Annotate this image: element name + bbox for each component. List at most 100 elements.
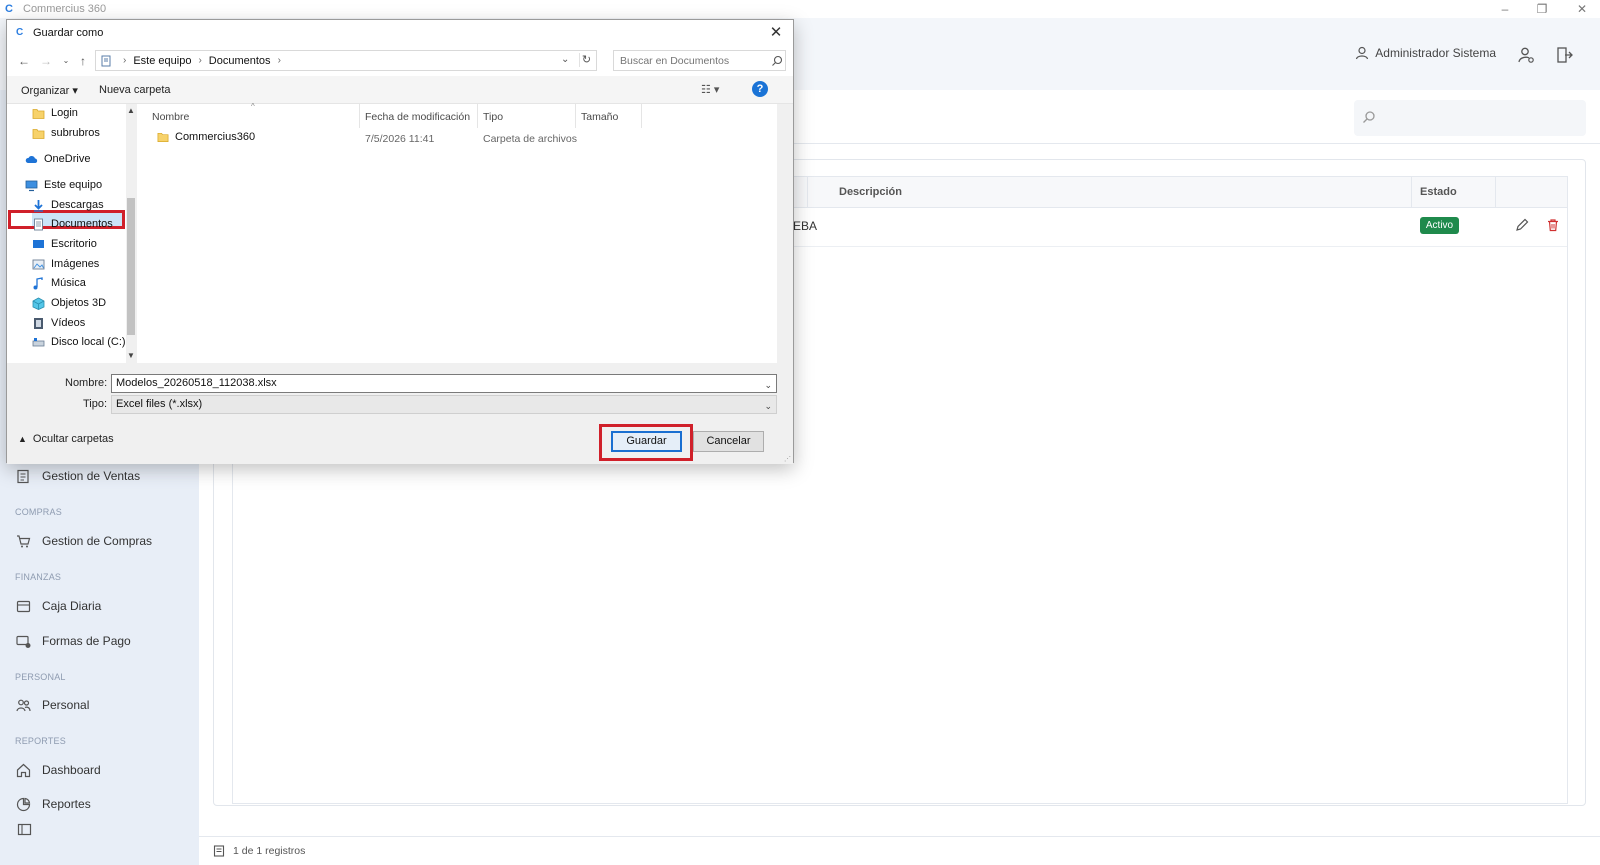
records-icon bbox=[213, 845, 225, 857]
chevron-up-icon: ▲ bbox=[18, 434, 27, 444]
chevron-down-icon[interactable]: ⌄ bbox=[764, 377, 772, 394]
sidebar-collapse-button[interactable] bbox=[17, 819, 32, 839]
table-cell-descripcion: EBA bbox=[793, 219, 818, 233]
up-arrow-icon[interactable]: ↑ bbox=[76, 54, 90, 68]
file-name-field[interactable]: Modelos_20260518_112038.xlsx ⌄ bbox=[111, 374, 777, 393]
new-folder-button[interactable]: Nueva carpeta bbox=[99, 84, 171, 96]
navigation-scrollbar[interactable]: ▲ ▼ bbox=[126, 104, 136, 363]
status-badge: Activo bbox=[1420, 217, 1459, 234]
nav-item-videos[interactable]: Vídeos bbox=[32, 314, 85, 332]
column-header-nombre[interactable]: Nombre bbox=[152, 111, 189, 123]
home-icon bbox=[16, 763, 31, 777]
search-icon bbox=[1363, 111, 1375, 123]
sidebar-section-compras: COMPRAS bbox=[15, 507, 62, 517]
nav-item-descargas[interactable]: Descargas bbox=[32, 196, 104, 214]
reports-icon bbox=[16, 797, 31, 811]
sidebar-item-label: Caja Diaria bbox=[42, 599, 102, 613]
file-row-commercius360[interactable]: Commercius360 bbox=[157, 131, 255, 143]
sidebar-item-personal[interactable]: Personal bbox=[16, 695, 89, 715]
column-header-tamano[interactable]: Tamaño bbox=[581, 111, 618, 123]
address-dropdown-icon[interactable]: ⌄ bbox=[561, 54, 573, 66]
resize-grip-icon[interactable]: ⋰ bbox=[784, 455, 792, 463]
sidebar-item-label: Gestion de Compras bbox=[42, 534, 153, 548]
file-name: Commercius360 bbox=[175, 131, 256, 143]
organize-menu-button[interactable]: Organizar ▾ bbox=[21, 84, 78, 97]
sidebar-item-caja-diaria[interactable]: Caja Diaria bbox=[16, 596, 101, 616]
scrollbar-thumb[interactable] bbox=[127, 198, 135, 335]
chevron-down-icon[interactable]: ⌄ bbox=[764, 398, 772, 415]
dialog-app-icon: C bbox=[16, 27, 24, 38]
nav-item-musica[interactable]: Música bbox=[32, 274, 86, 292]
sidebar-item-formas-pago[interactable]: Formas de Pago bbox=[16, 631, 131, 651]
document-list-icon bbox=[17, 469, 29, 483]
table-search-input[interactable] bbox=[1354, 100, 1586, 136]
column-header-estado[interactable]: Estado bbox=[1420, 186, 1457, 198]
refresh-icon[interactable]: ↻ bbox=[579, 53, 593, 67]
recent-locations-icon[interactable]: ⌄ bbox=[59, 54, 73, 68]
folder-icon bbox=[157, 132, 169, 142]
view-options-icon[interactable]: ☷ ▾ bbox=[701, 83, 735, 97]
command-bar: Organizar ▾ Nueva carpeta ☷ ▾ ? bbox=[7, 76, 793, 104]
cancel-button[interactable]: Cancelar bbox=[693, 431, 764, 452]
drive-icon bbox=[32, 337, 45, 346]
nav-item-imagenes[interactable]: Imágenes bbox=[32, 255, 99, 273]
desktop-icon bbox=[33, 239, 44, 248]
table-footer: 1 de 1 registros bbox=[199, 836, 1600, 865]
breadcrumb-este-equipo[interactable]: Este equipo bbox=[133, 55, 191, 67]
column-header-tipo[interactable]: Tipo bbox=[483, 111, 503, 123]
close-window-icon[interactable]: ✕ bbox=[1575, 2, 1589, 16]
search-icon bbox=[772, 55, 783, 66]
column-header-fecha[interactable]: Fecha de modificación bbox=[365, 111, 470, 123]
scroll-down-icon[interactable]: ▼ bbox=[126, 351, 136, 361]
file-type: Carpeta de archivos bbox=[483, 133, 577, 145]
dialog-titlebar: C Guardar como ✕ bbox=[7, 20, 793, 46]
user-settings-icon[interactable] bbox=[1517, 46, 1537, 66]
nav-item-objetos-3d[interactable]: Objetos 3D bbox=[32, 294, 106, 312]
minimize-icon[interactable]: – bbox=[1498, 2, 1512, 16]
save-button[interactable]: Guardar bbox=[611, 431, 682, 452]
help-icon[interactable]: ? bbox=[752, 81, 768, 97]
payment-icon bbox=[16, 635, 31, 648]
sidebar-item-dashboard[interactable]: Dashboard bbox=[16, 760, 101, 780]
sidebar-item-gestion-ventas[interactable]: Gestion de Ventas bbox=[16, 466, 140, 486]
dialog-search-input[interactable] bbox=[613, 50, 786, 71]
column-header-descripcion[interactable]: Descripción bbox=[839, 186, 902, 198]
dialog-title: Guardar como bbox=[33, 27, 104, 39]
file-type-select[interactable]: Excel files (*.xlsx) ⌄ bbox=[111, 395, 777, 414]
sidebar-section-reportes: REPORTES bbox=[15, 736, 66, 746]
hide-folders-button[interactable]: ▲ Ocultar carpetas bbox=[18, 433, 114, 445]
navigation-pane: Login subrubros OneDrive Este equipo Des… bbox=[7, 104, 136, 363]
nav-item-disco-local[interactable]: Disco local (C:) bbox=[32, 333, 126, 351]
nav-item-este-equipo[interactable]: Este equipo bbox=[25, 176, 102, 194]
images-icon bbox=[32, 259, 45, 269]
user-menu[interactable]: Administrador Sistema bbox=[1355, 46, 1496, 60]
sidebar-item-reportes[interactable]: Reportes bbox=[16, 794, 91, 814]
dialog-bottom-area: Nombre: Modelos_20260518_112038.xlsx ⌄ T… bbox=[7, 363, 793, 464]
cloud-icon bbox=[25, 155, 38, 163]
nav-item-escritorio[interactable]: Escritorio bbox=[32, 235, 97, 253]
delete-icon[interactable] bbox=[1546, 218, 1560, 232]
restore-icon[interactable]: ❐ bbox=[1535, 2, 1549, 16]
save-as-dialog: C Guardar como ✕ ← → ⌄ ↑ › Este equipo ›… bbox=[6, 19, 794, 464]
back-arrow-icon[interactable]: ← bbox=[17, 54, 31, 68]
forward-arrow-icon[interactable]: → bbox=[39, 54, 53, 68]
computer-icon bbox=[25, 180, 38, 191]
dialog-close-icon[interactable]: ✕ bbox=[767, 24, 785, 42]
people-icon bbox=[16, 699, 31, 711]
file-list-pane: ^ Nombre Fecha de modificación Tipo Tama… bbox=[137, 102, 777, 363]
breadcrumb-documentos[interactable]: Documentos bbox=[209, 55, 271, 67]
app-titlebar: C Commercius 360 – ❐ ✕ bbox=[0, 0, 1600, 18]
sidebar-item-label: Reportes bbox=[42, 797, 91, 811]
logout-icon[interactable] bbox=[1556, 46, 1576, 66]
type-label: Tipo: bbox=[83, 398, 108, 410]
address-bar[interactable]: › Este equipo › Documentos › ⌄ ↻ bbox=[95, 50, 597, 71]
folder-icon bbox=[32, 128, 45, 139]
nav-item-onedrive[interactable]: OneDrive bbox=[25, 150, 90, 168]
nav-item-login[interactable]: Login bbox=[32, 104, 78, 122]
scroll-up-icon[interactable]: ▲ bbox=[126, 106, 136, 116]
nav-item-documentos[interactable]: Documentos bbox=[32, 215, 113, 233]
music-icon bbox=[33, 276, 43, 289]
edit-icon[interactable] bbox=[1515, 218, 1529, 232]
nav-item-subrubros[interactable]: subrubros bbox=[32, 124, 100, 142]
sidebar-item-gestion-compras[interactable]: Gestion de Compras bbox=[16, 531, 152, 551]
